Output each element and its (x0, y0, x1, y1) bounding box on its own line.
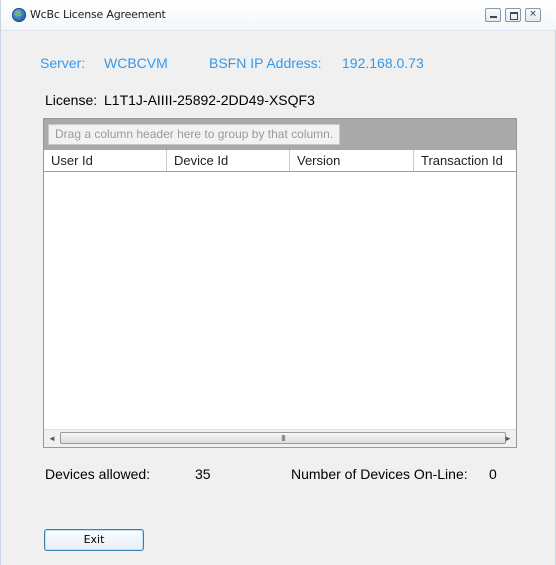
server-label: Server: (40, 55, 86, 71)
column-header-user-id[interactable]: User Id (44, 150, 167, 171)
bsfn-ip-value: 192.168.0.73 (342, 55, 424, 71)
devices-allowed-value: 35 (195, 466, 211, 482)
maximize-button[interactable] (505, 8, 521, 22)
exit-button[interactable]: Exit (44, 529, 144, 551)
globe-icon (12, 8, 26, 22)
horizontal-scrollbar[interactable]: ◄ III ► (44, 429, 516, 447)
devices-online-value: 0 (489, 466, 497, 482)
title-bar[interactable]: WcBc License Agreement ✕ (1, 0, 556, 31)
server-value: WCBCVM (104, 55, 168, 71)
devices-online-label: Number of Devices On-Line: (291, 466, 468, 482)
scroll-right-icon[interactable]: ► (500, 430, 516, 447)
close-button[interactable]: ✕ (525, 8, 541, 22)
grid-header-row: User Id Device Id Version Transaction Id (44, 150, 516, 172)
minimize-button[interactable] (485, 8, 501, 22)
column-header-transaction-id[interactable]: Transaction Id (414, 150, 516, 171)
scroll-left-icon[interactable]: ◄ (44, 430, 60, 447)
license-value: L1T1J-AIIII-25892-2DD49-XSQF3 (104, 92, 315, 108)
scroll-grip-icon: III (281, 434, 286, 443)
license-window: WcBc License Agreement ✕ Server: WCBCVM … (0, 0, 556, 565)
bsfn-ip-label: BSFN IP Address: (209, 55, 322, 71)
group-by-panel[interactable]: Drag a column header here to group by th… (44, 119, 516, 150)
maximize-icon (510, 12, 518, 20)
column-header-device-id[interactable]: Device Id (167, 150, 290, 171)
scroll-thumb[interactable]: III (60, 432, 506, 444)
minimize-icon (490, 16, 497, 18)
devices-grid[interactable]: Drag a column header here to group by th… (43, 118, 517, 448)
column-header-version[interactable]: Version (290, 150, 414, 171)
window-title: WcBc License Agreement (30, 8, 166, 21)
grid-body[interactable] (44, 172, 516, 431)
close-icon: ✕ (529, 9, 537, 20)
devices-allowed-label: Devices allowed: (45, 466, 151, 482)
group-by-hint: Drag a column header here to group by th… (48, 124, 341, 145)
license-label: License: (45, 92, 98, 108)
